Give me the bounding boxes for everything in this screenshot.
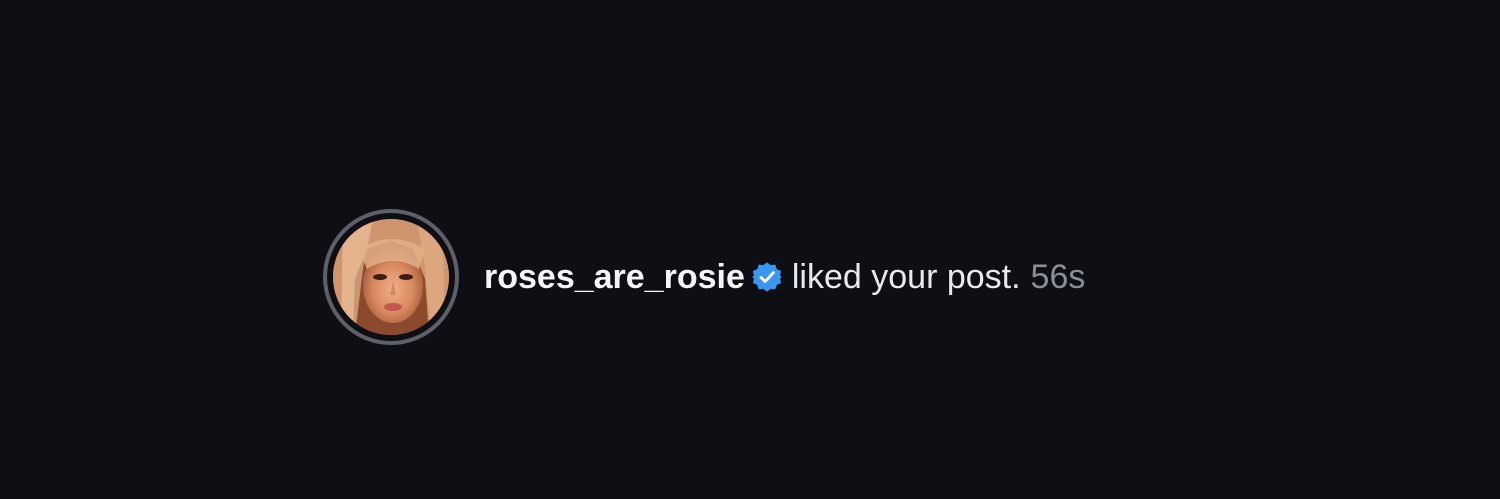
like-notification-row[interactable]: roses_are_rosie liked your post. 56s: [323, 205, 1085, 349]
notifications-view: roses_are_rosie liked your post. 56s: [0, 0, 1500, 499]
profile-photo-image: [333, 219, 449, 335]
verified-badge-icon: [751, 261, 783, 293]
timestamp: 56s: [1030, 258, 1086, 296]
notification-text: roses_are_rosie liked your post. 56s: [484, 257, 1085, 297]
avatar[interactable]: [323, 209, 459, 345]
action-text: liked your post.: [791, 258, 1021, 296]
profile-photo: [333, 219, 449, 335]
username-link[interactable]: roses_are_rosie: [484, 257, 745, 297]
